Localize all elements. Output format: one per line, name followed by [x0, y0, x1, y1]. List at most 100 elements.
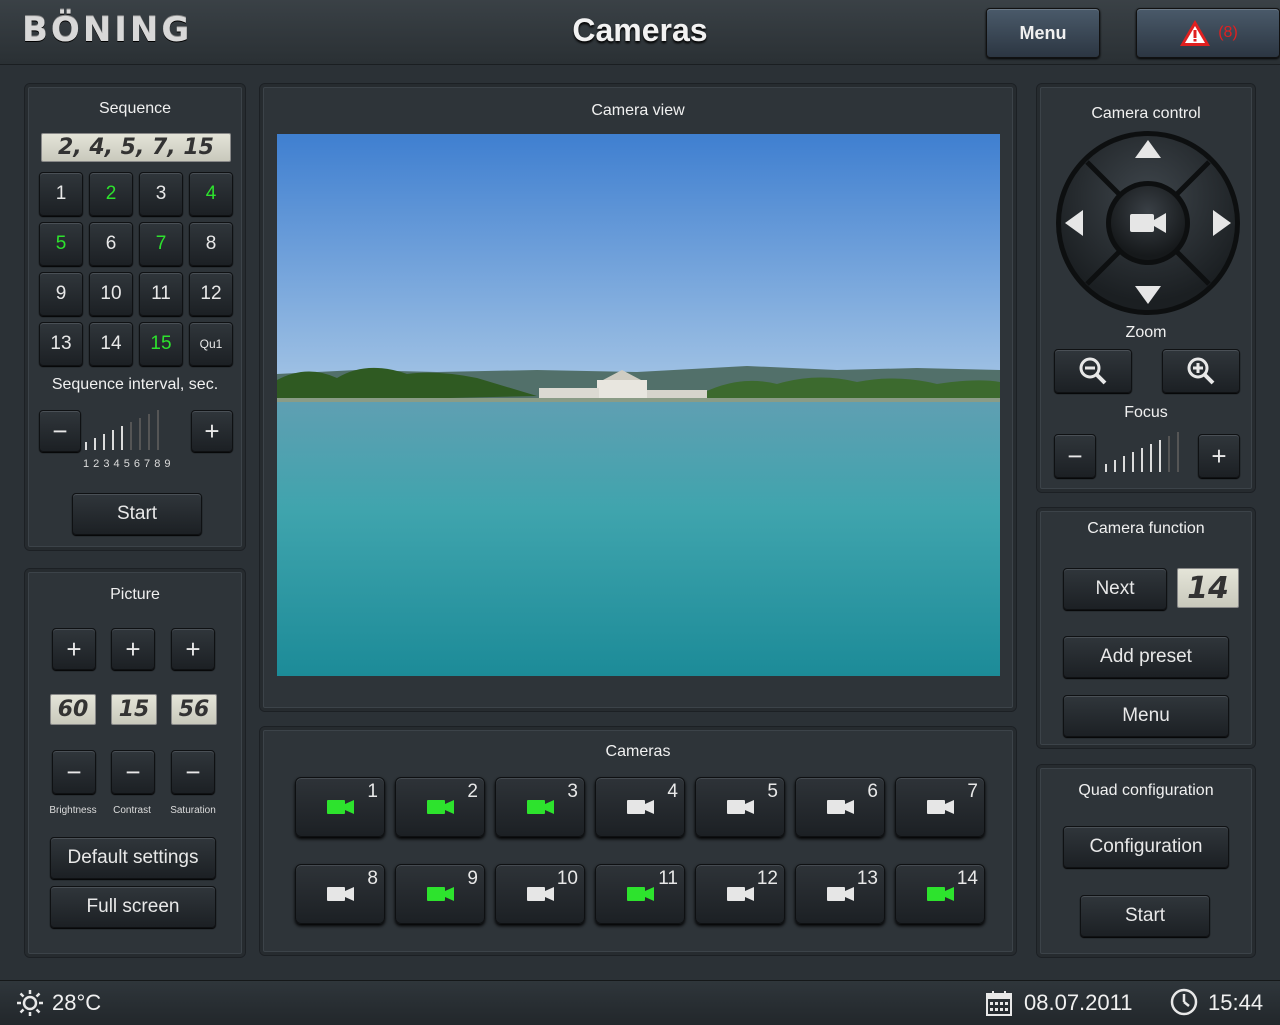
next-preset-button[interactable]: Next	[1063, 568, 1167, 610]
sequence-camera-button[interactable]: 11	[139, 272, 183, 316]
brightness-minus-button[interactable]: −	[52, 750, 96, 794]
sequence-camera-button[interactable]: 10	[89, 272, 133, 316]
status-bar: 28°C 08.07.2011 15:44	[0, 980, 1280, 1025]
video-camera-icon	[627, 887, 654, 901]
sequence-camera-button[interactable]: 12	[189, 272, 233, 316]
video-camera-icon	[427, 887, 454, 901]
sequence-camera-button[interactable]: 14	[89, 322, 133, 366]
sequence-display: 2, 4, 5, 7, 15	[41, 133, 231, 162]
contrast-plus-button[interactable]: +	[111, 628, 155, 670]
date-readout: 08.07.2011	[1024, 990, 1133, 1015]
camera-number: 4	[667, 781, 678, 802]
camera-select-button[interactable]: 9	[395, 864, 485, 924]
contrast-minus-button[interactable]: −	[111, 750, 155, 794]
camera-number: 7	[967, 781, 978, 802]
interval-level-bar	[157, 410, 159, 450]
sequence-camera-button[interactable]: 4	[189, 172, 233, 216]
default-settings-button[interactable]: Default settings	[50, 837, 216, 879]
configuration-button[interactable]: Configuration	[1063, 826, 1229, 868]
sequence-camera-button[interactable]: 3	[139, 172, 183, 216]
alarm-button[interactable]: (8)	[1136, 8, 1280, 58]
menu-button[interactable]: Menu	[986, 8, 1100, 58]
top-bar: BÖNING Cameras Menu (8)	[0, 0, 1280, 65]
camera-control-panel: Camera control Zoom Focus − +	[1036, 83, 1256, 493]
interval-level-bar	[148, 414, 150, 450]
menu-button-label: Menu	[1019, 22, 1067, 43]
sequence-camera-button[interactable]: 7	[139, 222, 183, 266]
camera-select-button[interactable]: 3	[495, 777, 585, 837]
camera-select-button[interactable]: 1	[295, 777, 385, 837]
quad-configuration-panel: Quad configuration Configuration Start	[1036, 764, 1256, 958]
camera-menu-button[interactable]: Menu	[1063, 695, 1229, 737]
ptz-control-pad[interactable]	[1053, 128, 1243, 318]
camera-view-panel: Camera view	[259, 83, 1017, 712]
interval-level-bar	[94, 438, 96, 450]
contrast-value: 15	[111, 694, 157, 725]
video-camera-icon	[827, 887, 854, 901]
interval-minus-button[interactable]: −	[39, 410, 81, 452]
sequence-camera-button[interactable]: 13	[39, 322, 83, 366]
full-screen-button[interactable]: Full screen	[50, 886, 216, 928]
focus-plus-button[interactable]: +	[1198, 434, 1240, 478]
quad-start-button[interactable]: Start	[1080, 895, 1210, 937]
sequence-camera-button[interactable]: 2	[89, 172, 133, 216]
camera-select-button[interactable]: 4	[595, 777, 685, 837]
camera-select-button[interactable]: 7	[895, 777, 985, 837]
zoom-in-button[interactable]	[1162, 349, 1240, 393]
saturation-minus-button[interactable]: −	[171, 750, 215, 794]
camera-select-button[interactable]: 8	[295, 864, 385, 924]
focus-level-bar	[1141, 448, 1143, 472]
focus-level-bars	[1105, 432, 1186, 472]
focus-minus-button[interactable]: −	[1054, 434, 1096, 478]
camera-number: 3	[567, 781, 578, 802]
camera-select-button[interactable]: 13	[795, 864, 885, 924]
video-camera-icon	[727, 800, 754, 814]
sequence-camera-button[interactable]: 9	[39, 272, 83, 316]
temperature-readout: 28°C	[52, 990, 102, 1015]
video-camera-icon	[327, 887, 354, 901]
interval-level-bar	[121, 426, 123, 450]
camera-number: 11	[658, 868, 678, 889]
picture-title: Picture	[110, 586, 160, 603]
sequence-start-button[interactable]: Start	[72, 493, 202, 535]
camera-select-button[interactable]: 5	[695, 777, 785, 837]
calendar-icon	[986, 991, 1012, 1016]
sequence-camera-button[interactable]: Qu1	[189, 322, 233, 366]
camera-select-button[interactable]: 2	[395, 777, 485, 837]
interval-plus-button[interactable]: +	[191, 410, 233, 452]
zoom-out-button[interactable]	[1054, 349, 1132, 393]
zoom-in-icon	[1187, 357, 1215, 385]
camera-function-panel: Camera function Next 14 Add preset Menu	[1036, 507, 1256, 749]
camera-number: 14	[956, 868, 978, 889]
camera-number: 13	[856, 868, 878, 889]
cameras-title: Cameras	[605, 743, 671, 760]
time-readout: 15:44	[1208, 990, 1264, 1015]
video-camera-icon	[727, 887, 754, 901]
camera-feed-image[interactable]	[277, 134, 1000, 676]
saturation-value: 56	[171, 694, 217, 725]
brightness-plus-button[interactable]: +	[52, 628, 96, 670]
video-camera-icon	[527, 800, 554, 814]
focus-level-bar	[1123, 456, 1125, 472]
video-camera-icon	[427, 800, 454, 814]
sequence-camera-button[interactable]: 5	[39, 222, 83, 266]
preset-number-display: 14	[1177, 568, 1239, 608]
sequence-camera-button[interactable]: 15	[139, 322, 183, 366]
camera-select-button[interactable]: 6	[795, 777, 885, 837]
brightness-value: 60	[50, 694, 96, 725]
sequence-camera-button[interactable]: 8	[189, 222, 233, 266]
camera-number: 8	[367, 868, 378, 889]
camera-select-button[interactable]: 11	[595, 864, 685, 924]
add-preset-button[interactable]: Add preset	[1063, 636, 1229, 678]
sequence-camera-button[interactable]: 1	[39, 172, 83, 216]
camera-number: 6	[867, 781, 878, 802]
focus-level-bar	[1105, 464, 1107, 472]
sequence-camera-button[interactable]: 6	[89, 222, 133, 266]
picture-panel: Picture + + + 60 15 56 − − − Brightness …	[24, 568, 246, 958]
camera-select-button[interactable]: 10	[495, 864, 585, 924]
camera-select-button[interactable]: 12	[695, 864, 785, 924]
saturation-plus-button[interactable]: +	[171, 628, 215, 670]
focus-level-bar	[1150, 444, 1152, 472]
camera-number: 10	[556, 868, 578, 889]
camera-select-button[interactable]: 14	[895, 864, 985, 924]
